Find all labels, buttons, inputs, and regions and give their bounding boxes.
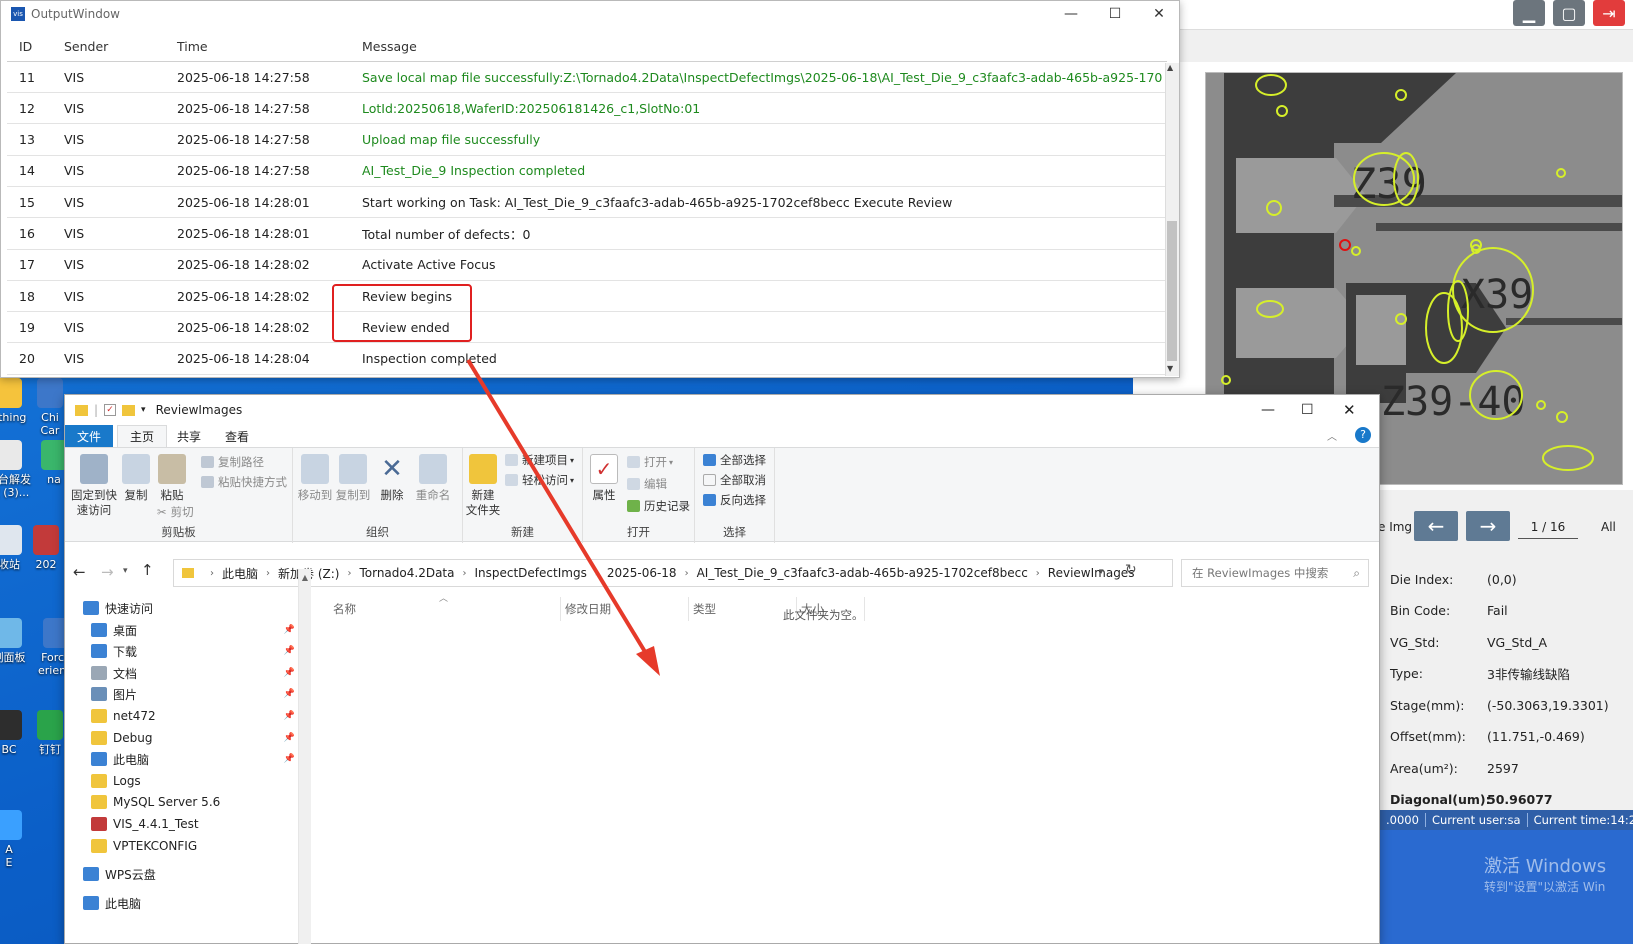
screen: ythingChi Car平台解发 款 (3)...na收站202制面板Forc… xyxy=(0,0,1633,944)
arrow-head xyxy=(636,646,660,676)
annotation-arrow xyxy=(466,358,660,676)
arrow-shaft xyxy=(466,358,652,662)
